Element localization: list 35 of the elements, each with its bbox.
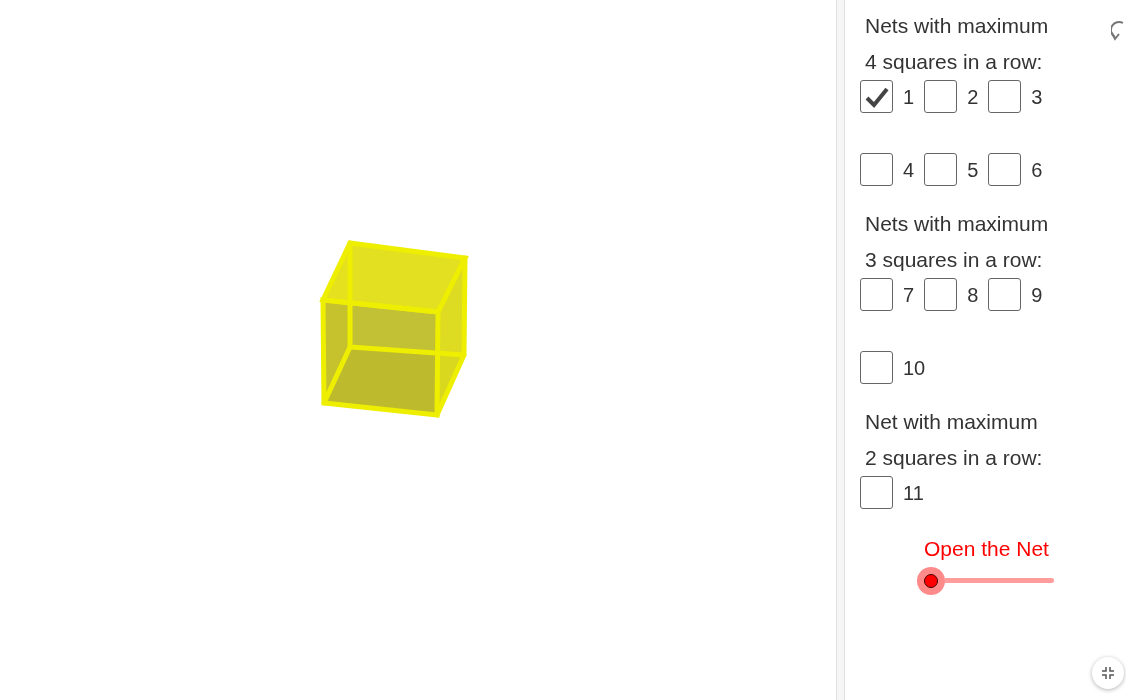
checkbox-label: 1: [903, 84, 915, 110]
checkbox-label: 8: [967, 282, 979, 308]
checkbox[interactable]: [988, 153, 1022, 186]
collapse-button[interactable]: [1092, 657, 1124, 689]
checkbox-label: 3: [1031, 84, 1043, 110]
checkbox-label: 10: [903, 355, 926, 381]
slider-label: Open the Net: [924, 536, 1050, 562]
checkbox-label: 9: [1031, 282, 1043, 308]
checkbox-label: 4: [903, 157, 915, 183]
checkbox-label: 5: [967, 157, 979, 183]
section-heading: Nets with maximum: [864, 211, 1049, 237]
slider[interactable]: [917, 566, 1054, 595]
slider-thumb[interactable]: [917, 566, 945, 595]
checkbox[interactable]: [988, 278, 1022, 311]
refresh-icon[interactable]: [1111, 18, 1126, 42]
checkbox[interactable]: [860, 351, 893, 384]
checkbox[interactable]: [924, 80, 958, 113]
checkbox[interactable]: [860, 476, 893, 509]
checkbox[interactable]: [988, 80, 1022, 113]
checkbox[interactable]: [860, 278, 893, 311]
section-heading: Nets with maximum: [864, 13, 1049, 39]
checkbox-label: 2: [967, 84, 979, 110]
section-heading: 2 squares in a row:: [864, 445, 1043, 471]
checkbox-label: 7: [903, 282, 915, 308]
checkbox[interactable]: [860, 80, 893, 113]
collapse-icon: [1101, 666, 1115, 680]
checkbox-label: 6: [1031, 157, 1043, 183]
checkbox[interactable]: [924, 278, 958, 311]
checkbox-label: 11: [903, 480, 924, 506]
checkbox[interactable]: [924, 153, 958, 186]
checkbox[interactable]: [860, 153, 893, 186]
section-heading: 4 squares in a row:: [864, 49, 1043, 75]
section-heading: Net with maximum: [864, 409, 1038, 435]
section-heading: 3 squares in a row:: [864, 247, 1043, 273]
check-icon: [864, 85, 889, 108]
